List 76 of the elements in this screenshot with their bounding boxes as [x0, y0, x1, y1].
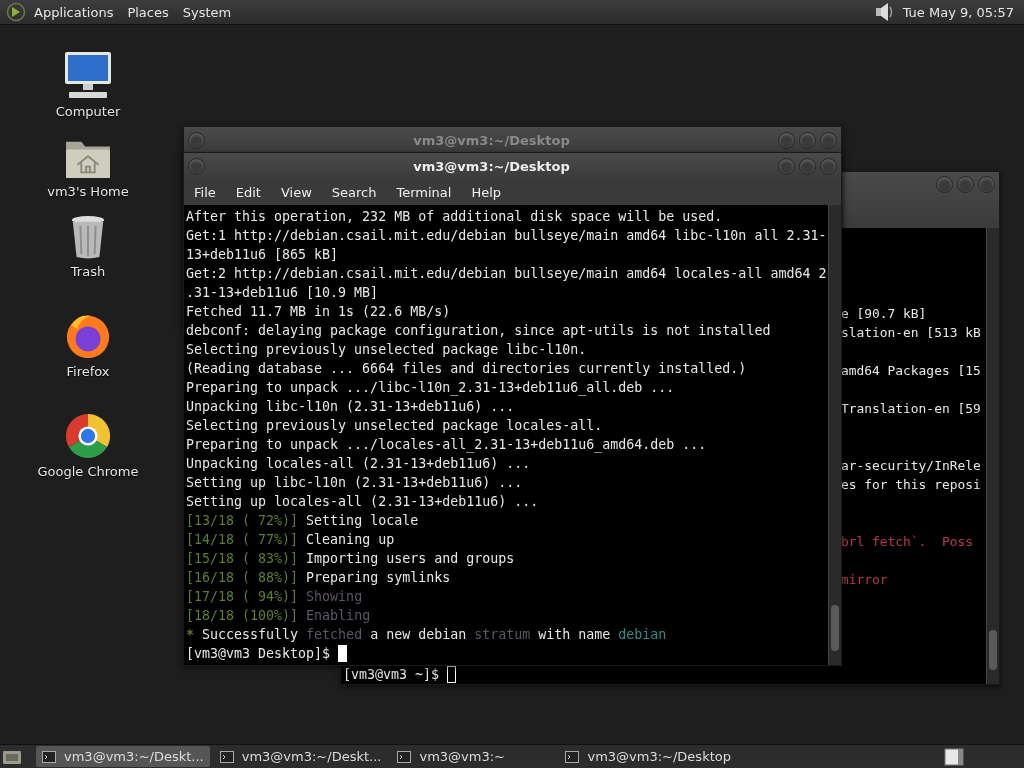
desktop-icon-label[interactable]: Trash [70, 264, 106, 279]
terminal-icon [565, 750, 580, 763]
terminal-line: Setting up locales-all (2.31-13+deb11u6) ... [186, 493, 540, 511]
terminal-line: * Successfully fetched a new debian stratum with name debian [186, 626, 668, 644]
logo-icon[interactable] [6, 2, 26, 22]
window-button[interactable] [820, 131, 837, 149]
menu-item[interactable]: Terminal [396, 184, 452, 200]
taskbar-button[interactable]: vm3@vm3:~/Deskt... [213, 746, 388, 767]
terminal-prompt: [vm3@vm3 Desktop]$ [186, 645, 331, 663]
terminal-line: ar-security/InRele [841, 457, 981, 475]
window-title: vm3@vm3:~/Desktop [412, 132, 571, 148]
window-button[interactable] [188, 157, 205, 175]
menu-item[interactable]: View [280, 184, 312, 200]
terminal-line: brl fetch`. Poss [841, 533, 974, 551]
window-button[interactable] [799, 157, 816, 175]
terminal-line: Selecting previously unselected package locales-all. [186, 417, 604, 435]
terminal-line: .31-13+deb11u6 [10.9 MB] [186, 284, 380, 302]
text-cursor [447, 666, 457, 683]
taskbar-button[interactable]: vm3@vm3:~ [391, 746, 556, 767]
terminal-line: Selecting previously unselected package libc-l10n. [186, 341, 588, 359]
panel-menu[interactable]: Applications [34, 4, 114, 20]
terminal-line: [14/18 ( 77%)] Cleaning up [186, 531, 396, 549]
window-button[interactable] [188, 131, 205, 149]
menu-item[interactable]: Search [331, 184, 377, 200]
terminal-line: Get:1 http://debian.csail.mit.edu/debian bullseye/main amd64 libc-l10n all 2.31- [186, 227, 828, 245]
terminal-line: debconf: delaying package configuration, since apt-utils is not installed [186, 322, 772, 340]
terminal-line: Preparing to unpack .../locales-all_2.31-13+deb11u6_amd64.deb ... [186, 436, 708, 454]
terminal-line: (Reading database ... 6664 files and directories currently installed.) [186, 360, 748, 378]
window-button[interactable] [936, 176, 953, 193]
terminal-line: es for this reposi [841, 476, 981, 494]
desktop-icon-label[interactable]: vm3's Home [47, 184, 129, 199]
terminal-line: Preparing to unpack .../libc-l10n_2.31-13+deb11u6_all.deb ... [186, 379, 676, 397]
window-button[interactable] [778, 131, 795, 149]
panel-menu[interactable]: Places [127, 4, 169, 20]
desktop-icon-label[interactable]: Computer [55, 104, 121, 119]
terminal-line: Get:2 http://debian.csail.mit.edu/debian bullseye/main amd64 locales-all amd64 2 [186, 265, 828, 283]
terminal-line: Setting up libc-l10n (2.31-13+deb11u6) ... [186, 474, 524, 492]
terminal-line: Unpacking locales-all (2.31-13+deb11u6) ... [186, 455, 532, 473]
window-button[interactable] [778, 157, 795, 175]
terminal-line: slation-en [513 kB [841, 324, 981, 342]
terminal-line: Fetched 11.7 MB in 1s (22.6 MB/s) [186, 303, 452, 321]
terminal-line: Unpacking libc-l10n (2.31-13+deb11u6) ... [186, 398, 516, 416]
computer-icon[interactable] [63, 50, 113, 100]
terminal-line: [16/18 ( 88%)] Preparing symlinks [186, 569, 452, 587]
terminal-line: [13/18 ( 72%)] Setting locale [186, 512, 420, 530]
window-button[interactable] [978, 176, 995, 193]
terminal-icon [397, 750, 412, 763]
circle-logo-icon[interactable] [64, 412, 112, 460]
taskbar-button[interactable]: vm3@vm3:~/Deskt... [36, 746, 210, 767]
desktop-icon-label[interactable]: Google Chrome [37, 464, 139, 479]
terminal-line: [18/18 (100%)] Enabling [186, 607, 372, 625]
terminal-line: After this operation, 232 MB of additional disk space will be used. [186, 208, 724, 226]
terminal-line: e [90.7 kB] [841, 305, 928, 323]
menu-item[interactable]: Help [471, 184, 502, 200]
window-title: vm3@vm3:~/Desktop [412, 158, 571, 174]
taskbar-button[interactable]: vm3@vm3:~/Desktop [559, 746, 737, 767]
workspace-switcher-icon[interactable] [944, 747, 964, 766]
terminal-icon [42, 750, 56, 763]
window-button[interactable] [799, 131, 816, 149]
window-button[interactable] [820, 157, 837, 175]
trash-icon[interactable] [69, 214, 107, 260]
terminal-line: 13+deb11u6 [865 kB] [186, 246, 340, 264]
terminal-line: mirror [841, 571, 889, 589]
window-button[interactable] [957, 176, 974, 193]
desktop-icon-label[interactable]: Firefox [66, 364, 110, 379]
terminal-line: [15/18 ( 83%)] Importing users and groups [186, 550, 516, 568]
terminal-line: Translation-en [59 [841, 400, 981, 418]
text-cursor [338, 645, 348, 662]
terminal-prompt: [vm3@vm3 ~]$ [343, 666, 440, 684]
panel-menu[interactable]: System [182, 4, 232, 20]
terminal-icon [219, 750, 234, 763]
terminal-line: [17/18 ( 94%)] Showing [186, 588, 364, 606]
clock[interactable]: Tue May 9, 05:57 [902, 4, 1014, 20]
menu-item[interactable]: File [194, 184, 216, 200]
menu-item[interactable]: Edit [235, 184, 261, 200]
terminal-line: amd64 Packages [15 [841, 362, 981, 380]
